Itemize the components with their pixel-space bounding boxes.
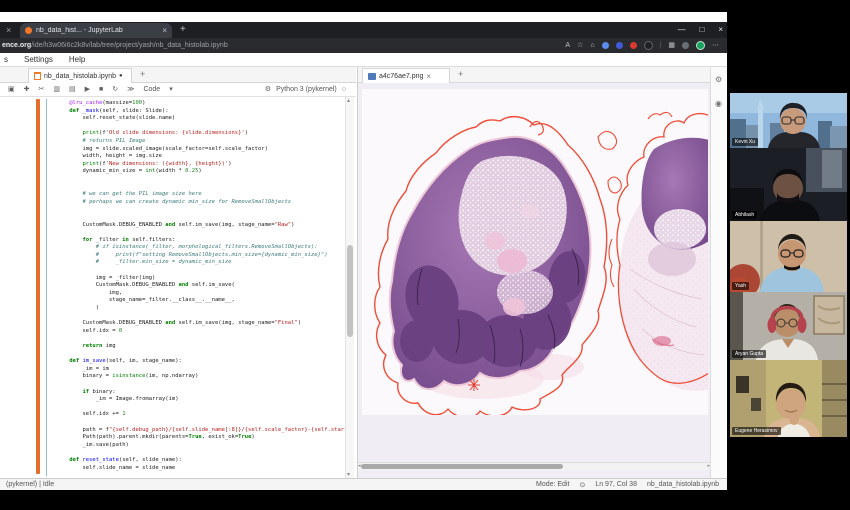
scrollbar-thumb[interactable] <box>347 245 353 337</box>
viewer-content[interactable]: ◂ ▸ <box>358 83 711 470</box>
menu-item-help[interactable]: Help <box>69 55 85 64</box>
window-maximize-button[interactable]: □ <box>699 23 704 37</box>
kernel-name[interactable]: Python 3 (pykernel) <box>276 86 337 93</box>
viewer-horizontal-scrollbar[interactable]: ◂ ▸ <box>358 462 711 470</box>
scroll-down-icon[interactable]: ▾ <box>347 471 350 478</box>
scrollbar-thumb[interactable] <box>361 464 563 469</box>
favorites-icon[interactable]: ☆ <box>577 38 583 53</box>
property-inspector-icon[interactable]: ⚙ <box>715 75 722 84</box>
extension-icon[interactable] <box>616 42 623 49</box>
participant-name: Aryan Gupta <box>732 350 766 358</box>
participant-name: Abhilash <box>732 211 757 219</box>
notebook-panel: nb_data_histolab.ipynb ● + ▣ ✚ ✂ ▥ ▤ ▶ ■… <box>0 67 356 478</box>
participant-name: Eugene Herasimov <box>732 427 781 435</box>
participant-video-3[interactable]: Yash <box>730 221 847 292</box>
notebook-tab-label: nb_data_histolab.ipynb <box>44 73 116 80</box>
cut-cell-icon[interactable]: ✂ <box>39 83 45 97</box>
histology-slide-image <box>362 89 708 415</box>
tab-close-icon[interactable]: × <box>162 26 167 35</box>
right-sidebar-strip: ⚙ ◉ <box>710 67 727 478</box>
scroll-up-icon[interactable]: ▴ <box>347 97 350 104</box>
extensions-menu-icon[interactable]: ▦ <box>668 38 675 53</box>
browser-active-tab[interactable]: nb_data_hist... - JupyterLab × <box>20 23 172 38</box>
new-notebook-tab-button[interactable]: + <box>140 69 145 79</box>
notebook-file-tab[interactable]: nb_data_histolab.ipynb ● <box>28 68 132 83</box>
active-cell-indicator[interactable] <box>36 99 40 474</box>
bell-icon[interactable]: ⊙ <box>579 481 585 489</box>
kernel-status-text[interactable]: (pykernel) | Idle <box>6 481 54 488</box>
debugger-panel-icon[interactable]: ◉ <box>715 99 722 108</box>
menu-item-cropped[interactable]: s <box>4 55 8 64</box>
account-avatar[interactable] <box>696 41 705 50</box>
participant-video-5[interactable]: Eugene Herasimov <box>730 360 847 437</box>
unsaved-dot-icon[interactable]: ● <box>119 73 123 79</box>
participant-video-2[interactable]: Abhilash <box>730 148 847 221</box>
screen-share-region: × nb_data_hist... - JupyterLab × + — □ ×… <box>0 12 727 490</box>
code-cell[interactable]: @lru_cache(maxsize=100) def _mask(self, … <box>46 99 346 476</box>
collections-icon[interactable]: ⌂ <box>590 38 594 53</box>
copy-cell-icon[interactable]: ▥ <box>53 83 60 97</box>
extension-icon[interactable] <box>602 42 609 49</box>
read-aloud-icon[interactable]: A <box>565 38 570 53</box>
cell-type-select[interactable]: Code <box>143 86 160 93</box>
jupyter-favicon-icon <box>25 27 32 34</box>
notebook-vertical-scrollbar[interactable]: ▴ ▾ <box>345 97 354 478</box>
statusbar-filename: nb_data_histolab.ipynb <box>647 481 719 488</box>
image-file-icon <box>368 73 376 80</box>
image-tab-label: a4c76ae7.png <box>379 73 423 80</box>
extension-icon[interactable] <box>630 42 637 49</box>
browser-new-tab-button[interactable]: + <box>180 24 186 36</box>
kernel-status-icon: ○ <box>342 83 346 97</box>
viewer-tabbar: a4c76ae7.png × + <box>358 67 710 83</box>
browser-tab-title: nb_data_hist... - JupyterLab <box>36 27 158 34</box>
extension-icon[interactable] <box>644 41 653 50</box>
mode-indicator[interactable]: Mode: Edit <box>536 481 569 488</box>
restart-kernel-icon[interactable]: ↻ <box>112 83 118 97</box>
image-file-tab[interactable]: a4c76ae7.png × <box>362 68 450 83</box>
tab-close-icon[interactable]: × <box>426 72 431 81</box>
participant-video-4[interactable]: Aryan Gupta <box>730 292 847 360</box>
jupyterlab-workspace: nb_data_histolab.ipynb ● + ▣ ✚ ✂ ▥ ▤ ▶ ■… <box>0 67 727 478</box>
paste-cell-icon[interactable]: ▤ <box>69 83 76 97</box>
cursor-position[interactable]: Ln 97, Col 38 <box>595 481 637 488</box>
notebook-cell-area[interactable]: @lru_cache(maxsize=100) def _mask(self, … <box>0 97 356 478</box>
window-close-button[interactable]: × <box>718 23 723 37</box>
browser-menu-icon[interactable]: ⋯ <box>712 38 719 53</box>
cropped-tab-close-icon[interactable]: × <box>6 24 11 36</box>
notebook-icon <box>34 72 41 80</box>
participant-name: Yash <box>732 282 749 290</box>
image-viewer-panel: a4c76ae7.png × + <box>357 67 710 478</box>
participant-video-1[interactable]: Kevin Xu <box>730 93 847 148</box>
participant-name: Kevin Xu <box>732 138 758 146</box>
code-area[interactable]: @lru_cache(maxsize=100) def _mask(self, … <box>56 100 343 472</box>
url-text: ence.org/ide/h3w06i6c2k8v/lab/tree/proje… <box>2 42 228 49</box>
notebook-tabbar: nb_data_histolab.ipynb ● + <box>0 67 356 83</box>
save-icon[interactable]: ▣ <box>8 83 15 97</box>
divider: | <box>660 42 662 49</box>
stop-kernel-icon[interactable]: ■ <box>99 83 103 97</box>
restart-run-all-icon[interactable]: ≫ <box>127 83 134 97</box>
jupyterlab-statusbar: (pykernel) | Idle Mode: Edit ⊙ Ln 97, Co… <box>0 478 727 490</box>
run-cell-icon[interactable]: ▶ <box>85 83 90 97</box>
notebook-toolbar: ▣ ✚ ✂ ▥ ▤ ▶ ■ ↻ ≫ Code ▾ ⚙ Python 3 (pyk… <box>0 83 356 97</box>
browser-tab-strip: × nb_data_hist... - JupyterLab × + — □ × <box>0 22 727 38</box>
new-viewer-tab-button[interactable]: + <box>458 69 463 79</box>
profile-icon[interactable] <box>682 42 689 49</box>
window-minimize-button[interactable]: — <box>677 23 685 37</box>
add-cell-icon[interactable]: ✚ <box>24 83 30 97</box>
chevron-down-icon: ▾ <box>169 83 173 97</box>
browser-url-bar[interactable]: ence.org/ide/h3w06i6c2k8v/lab/tree/proje… <box>0 38 727 53</box>
jupyterlab-menubar: s Settings Help <box>0 53 727 67</box>
debugger-icon[interactable]: ⚙ <box>265 83 271 97</box>
menu-item-settings[interactable]: Settings <box>24 55 53 64</box>
